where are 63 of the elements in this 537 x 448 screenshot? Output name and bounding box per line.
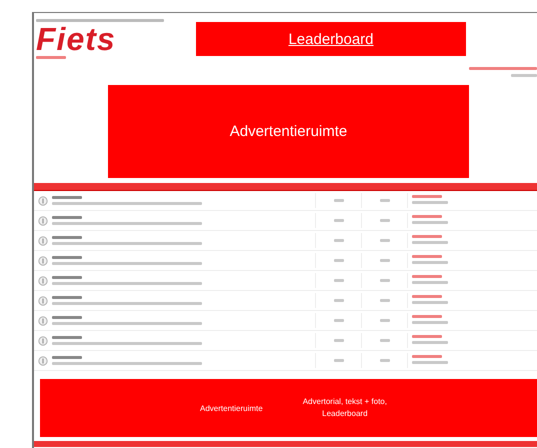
illegible-count xyxy=(380,359,390,362)
illegible-last-poster[interactable] xyxy=(412,355,442,358)
forum-icon xyxy=(38,216,48,226)
forum-icon xyxy=(38,296,48,306)
ad-description: Advertorial, tekst + foto, Leaderboard xyxy=(302,396,387,420)
ad-banner[interactable]: Advertentieruimte Advertorial, tekst + foto, Leaderboard xyxy=(40,379,537,437)
illegible-count xyxy=(380,339,390,342)
illegible-post-date xyxy=(412,241,448,244)
forum-icon xyxy=(38,256,48,266)
illegible-forum-title[interactable] xyxy=(52,216,82,219)
illegible-post-date xyxy=(412,281,448,284)
illegible-count xyxy=(334,259,344,262)
illegible-post-date xyxy=(412,261,448,264)
illegible-count xyxy=(334,359,344,362)
forum-icon xyxy=(38,356,48,366)
illegible-count xyxy=(380,239,390,242)
illegible-subtitle xyxy=(36,56,66,59)
illegible-post-date xyxy=(412,361,448,364)
illegible-forum-title[interactable] xyxy=(52,276,82,279)
illegible-count xyxy=(334,299,344,302)
leaderboard-ad[interactable]: Leaderboard xyxy=(196,22,466,56)
illegible-forum-title[interactable] xyxy=(52,296,82,299)
illegible-last-poster[interactable] xyxy=(412,295,442,298)
illegible-forum-title[interactable] xyxy=(52,256,82,259)
illegible-count xyxy=(334,339,344,342)
illegible-post-date xyxy=(412,321,448,324)
illegible-post-date xyxy=(412,221,448,224)
illegible-count xyxy=(380,279,390,282)
illegible-count xyxy=(380,259,390,262)
ad-label: Advertentieruimte xyxy=(200,404,263,412)
illegible-last-poster[interactable] xyxy=(412,215,442,218)
illegible-last-poster[interactable] xyxy=(412,235,442,238)
illegible-count xyxy=(334,319,344,322)
illegible-count xyxy=(334,279,344,282)
illegible-forum-title[interactable] xyxy=(52,336,82,339)
illegible-last-poster[interactable] xyxy=(412,315,442,318)
illegible-count xyxy=(380,319,390,322)
illegible-forum-title[interactable] xyxy=(52,316,82,319)
illegible-last-poster[interactable] xyxy=(412,335,442,338)
forum-icon xyxy=(38,336,48,346)
ad-banner[interactable]: Advertentieruimte xyxy=(108,85,469,178)
illegible-post-date xyxy=(412,341,448,344)
illegible-count xyxy=(334,199,344,202)
illegible-post-date xyxy=(412,201,448,204)
illegible-time-text xyxy=(511,74,537,77)
logo[interactable]: Fiets xyxy=(36,24,164,54)
illegible-forum-title[interactable] xyxy=(52,196,82,199)
illegible-last-poster[interactable] xyxy=(412,255,442,258)
forum-icon xyxy=(38,196,48,206)
illegible-count xyxy=(334,239,344,242)
illegible-last-poster[interactable] xyxy=(412,195,442,198)
illegible-count xyxy=(380,199,390,202)
illegible-count xyxy=(380,219,390,222)
illegible-forum-title[interactable] xyxy=(52,356,82,359)
illegible-last-poster[interactable] xyxy=(412,275,442,278)
forum-icon xyxy=(38,316,48,326)
forum-icon xyxy=(38,236,48,246)
illegible-user-links[interactable] xyxy=(469,67,537,70)
illegible-count xyxy=(334,219,344,222)
illegible-forum-title[interactable] xyxy=(52,236,82,239)
illegible-post-date xyxy=(412,301,448,304)
forum-icon xyxy=(38,276,48,286)
illegible-count xyxy=(380,299,390,302)
